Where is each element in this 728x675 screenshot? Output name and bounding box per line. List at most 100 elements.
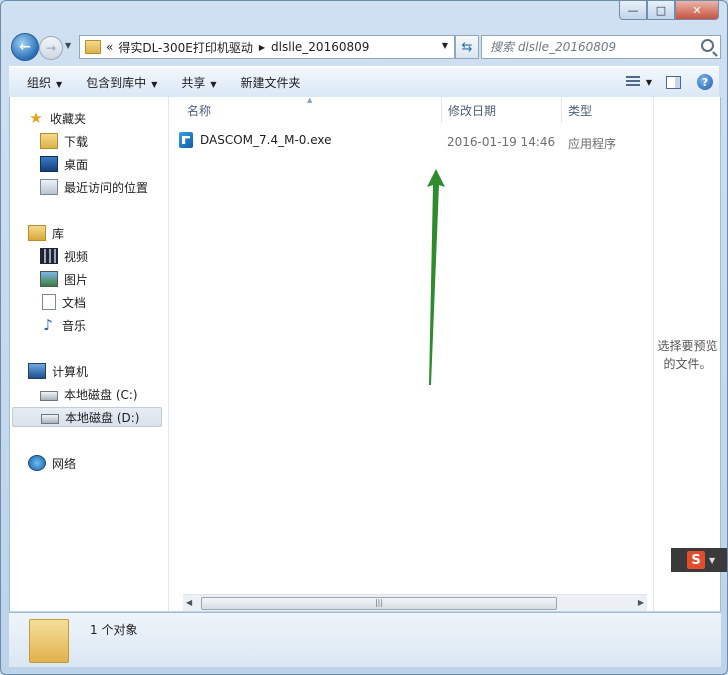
refresh-icon: ⇆ — [461, 39, 473, 55]
preview-pane-icon[interactable] — [666, 75, 681, 89]
forward-button[interactable]: → — [39, 36, 63, 60]
sidebar-item-label: 视频 — [64, 249, 89, 264]
column-divider[interactable] — [441, 97, 442, 123]
arrow-right-icon: → — [45, 41, 57, 55]
file-list: ▲ 名称 修改日期 类型 DASCOM_7.4_M-0.exe 2016-01-… — [169, 96, 652, 611]
hard-drive-icon — [41, 414, 59, 424]
breadcrumb-separator-icon[interactable]: ▶ — [259, 43, 265, 52]
horizontal-scrollbar[interactable]: ◀ ||| ▶ — [183, 594, 647, 611]
hard-drive-icon — [40, 391, 58, 401]
column-header-name[interactable]: 名称 — [187, 97, 211, 123]
share-label: 共享 — [181, 75, 206, 90]
column-header-type[interactable]: 类型 — [568, 97, 592, 123]
input-method-toolbar[interactable]: S ▼ — [671, 548, 727, 572]
picture-icon — [40, 271, 58, 287]
chevron-down-icon: ▼ — [210, 79, 217, 89]
navigation-bar: ← → ▼ « 得实DL-300E打印机驱动 ▶ dlslle_20160809… — [9, 33, 721, 61]
chevron-down-icon[interactable]: ▼ — [646, 78, 652, 87]
column-divider[interactable] — [561, 97, 562, 123]
close-button[interactable]: ✕ — [675, 1, 719, 20]
scroll-left-icon[interactable]: ◀ — [186, 598, 192, 607]
video-icon — [40, 248, 58, 264]
recent-places-icon — [40, 179, 58, 195]
share-button[interactable]: 共享 ▼ — [181, 74, 216, 91]
star-icon: ★ — [29, 109, 43, 127]
sidebar-item-recent[interactable]: 最近访问的位置 — [40, 177, 148, 197]
desktop-icon — [40, 156, 58, 172]
sidebar-item-pictures[interactable]: 图片 — [40, 269, 88, 289]
maximize-button[interactable]: □ — [647, 1, 675, 20]
sidebar-item-drive-d[interactable]: 本地磁盘 (D:) — [12, 407, 162, 427]
computer-icon — [28, 363, 46, 379]
sidebar-item-network[interactable]: 网络 — [28, 453, 76, 473]
include-library-label: 包含到库中 — [86, 75, 147, 90]
navigation-pane: ★ 收藏夹 下载 桌面 最近访问的位置 库 视频 图片 文档 ♪ 音乐 计算机 本地… — [10, 97, 169, 611]
sidebar-item-label: 图片 — [64, 272, 89, 287]
preview-pane: 选择要预览的文件。 — [653, 97, 721, 611]
sidebar-item-label: 本地磁盘 (C:) — [64, 387, 138, 402]
breadcrumb-item-current[interactable]: dlslle_20160809 — [271, 40, 369, 54]
library-icon — [28, 225, 46, 241]
sidebar-item-label: 网络 — [52, 456, 77, 471]
sidebar-item-label: 文档 — [62, 295, 87, 310]
document-icon — [42, 294, 56, 310]
address-dropdown-icon[interactable]: ▼ — [442, 41, 448, 50]
search-box[interactable] — [481, 35, 721, 59]
sidebar-item-label: 下载 — [64, 134, 89, 149]
download-folder-icon — [40, 133, 58, 149]
sidebar-item-videos[interactable]: 视频 — [40, 246, 88, 266]
scrollbar-thumb[interactable]: ||| — [201, 597, 557, 610]
breadcrumb-item[interactable]: 得实DL-300E打印机驱动 — [118, 39, 253, 56]
annotation-arrow-icon — [427, 169, 445, 385]
address-bar[interactable]: « 得实DL-300E打印机驱动 ▶ dlslle_20160809 ▼ — [79, 35, 455, 59]
sidebar-item-label: 最近访问的位置 — [64, 180, 149, 195]
sidebar-item-label: 音乐 — [62, 318, 87, 333]
chevron-down-icon[interactable]: ▼ — [709, 556, 715, 565]
search-icon[interactable] — [701, 39, 714, 52]
sidebar-item-desktop[interactable]: 桌面 — [40, 154, 88, 174]
sidebar-item-libraries[interactable]: 库 — [28, 223, 64, 243]
sidebar-item-label: 库 — [52, 226, 65, 241]
sidebar-item-favorites[interactable]: ★ 收藏夹 — [28, 108, 86, 128]
file-date: 2016-01-19 14:46 — [447, 135, 556, 149]
organize-button[interactable]: 组织 ▼ — [27, 74, 62, 91]
content-area: ★ 收藏夹 下载 桌面 最近访问的位置 库 视频 图片 文档 ♪ 音乐 计算机 本地… — [9, 96, 721, 611]
search-input[interactable] — [488, 36, 692, 58]
breadcrumb-overflow[interactable]: « — [106, 40, 113, 54]
sidebar-item-label: 计算机 — [52, 364, 89, 379]
sogou-ime-icon[interactable]: S — [687, 551, 705, 569]
file-row[interactable]: DASCOM_7.4_M-0.exe — [179, 129, 332, 151]
preview-message: 选择要预览的文件。 — [657, 339, 718, 371]
organize-label: 组织 — [27, 75, 52, 90]
sidebar-item-label: 收藏夹 — [50, 111, 87, 126]
column-header-date[interactable]: 修改日期 — [448, 97, 496, 123]
include-library-button[interactable]: 包含到库中 ▼ — [86, 74, 157, 91]
help-icon[interactable]: ? — [697, 74, 713, 90]
folder-icon — [29, 619, 69, 663]
sidebar-item-downloads[interactable]: 下载 — [40, 131, 88, 151]
explorer-window: — □ ✕ ← → ▼ « 得实DL-300E打印机驱动 ▶ dlslle_20… — [0, 0, 728, 675]
file-type: 应用程序 — [568, 137, 617, 151]
sidebar-item-label: 本地磁盘 (D:) — [65, 410, 140, 425]
back-button[interactable]: ← — [11, 33, 39, 61]
new-folder-button[interactable]: 新建文件夹 — [241, 74, 301, 91]
arrow-left-icon: ← — [19, 39, 31, 55]
sidebar-item-computer[interactable]: 计算机 — [28, 361, 88, 381]
file-name[interactable]: DASCOM_7.4_M-0.exe — [200, 133, 332, 147]
item-count: 1 个对象 — [90, 623, 138, 637]
view-options-icon[interactable] — [625, 76, 640, 88]
recent-pages-dropdown[interactable]: ▼ — [65, 41, 71, 50]
chevron-down-icon: ▼ — [151, 79, 158, 89]
sidebar-item-documents[interactable]: 文档 — [42, 292, 86, 312]
minimize-button[interactable]: — — [619, 1, 647, 20]
scroll-right-icon[interactable]: ▶ — [638, 598, 644, 607]
sidebar-item-music[interactable]: ♪ 音乐 — [40, 315, 86, 335]
sidebar-item-drive-c[interactable]: 本地磁盘 (C:) — [40, 384, 138, 404]
sort-ascending-icon: ▲ — [307, 96, 313, 104]
refresh-button[interactable]: ⇆ — [455, 35, 479, 59]
caption-buttons: — □ ✕ — [619, 1, 719, 20]
music-note-icon: ♪ — [43, 316, 53, 334]
toolbar-right: ▼ ? — [625, 67, 719, 97]
sidebar-item-label: 桌面 — [64, 157, 89, 172]
application-icon — [179, 132, 193, 148]
